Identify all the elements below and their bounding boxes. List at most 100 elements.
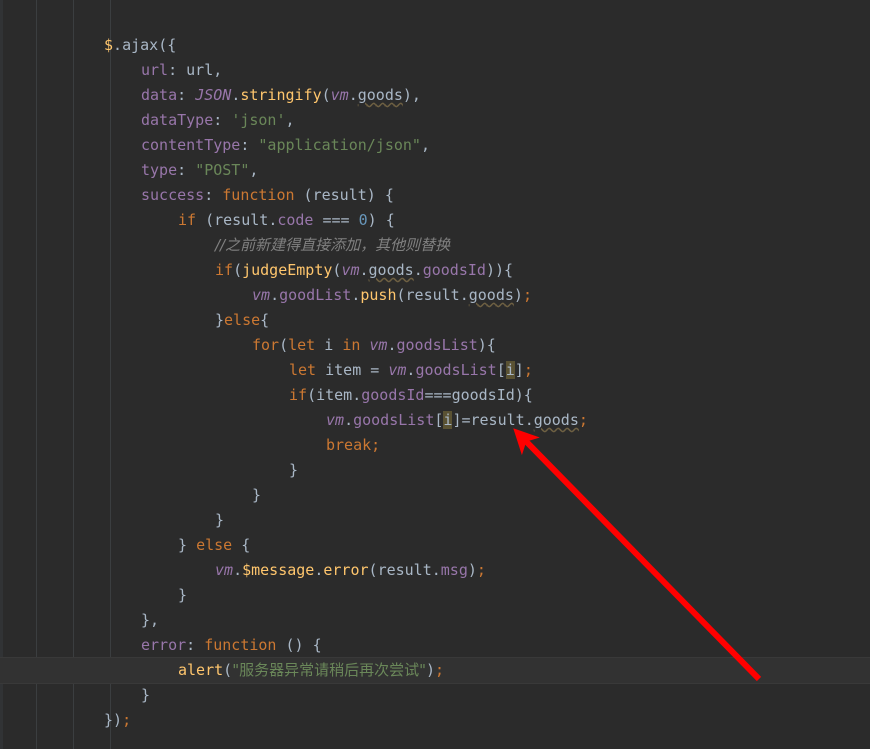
code-line[interactable]: vm.goodsList[i]=result.goods; [0, 408, 870, 433]
code-line[interactable]: data: JSON.stringify(vm.goods), [0, 83, 870, 108]
code-token: goods [468, 286, 514, 304]
code-line[interactable]: type: "POST", [0, 158, 870, 183]
code-token: } [141, 611, 151, 629]
code-token: if [289, 386, 308, 404]
code-token: ), [402, 86, 421, 104]
code-token: ( [368, 561, 378, 579]
code-line[interactable]: if (result.code === 0) { [0, 208, 870, 233]
code-token: goodsList [396, 336, 478, 354]
code-line[interactable]: } [0, 483, 870, 508]
code-token: . [348, 86, 358, 104]
code-token: ( [307, 386, 317, 404]
code-line[interactable]: dataType: 'json', [0, 108, 870, 133]
code-token: goodsId [451, 386, 515, 404]
code-token: if [215, 261, 234, 279]
code-token: error [141, 636, 187, 654]
code-token: goods [368, 261, 414, 279]
code-token: stringify [240, 86, 322, 104]
code-token: break [326, 436, 372, 454]
code-token: code [277, 211, 314, 229]
code-token: item = [316, 361, 389, 379]
code-token: ] [514, 361, 524, 379]
code-line[interactable]: url: url, [0, 58, 870, 83]
code-token: } [141, 686, 151, 704]
code-token: goodsList [415, 361, 497, 379]
code-token: ( [196, 211, 215, 229]
code-token: url [141, 61, 169, 79]
code-token: ajax [122, 36, 159, 54]
code-token: } [215, 311, 225, 329]
code-token: () { [276, 636, 322, 654]
code-token: , [150, 611, 160, 629]
code-token: } [215, 511, 225, 529]
code-token: judgeEmpty [242, 261, 333, 279]
code-token: vm [369, 336, 388, 354]
code-line[interactable]: } [0, 458, 870, 483]
code-token: 'json' [231, 111, 286, 129]
code-line[interactable]: vm.goodList.push(result.goods); [0, 283, 870, 308]
code-token: error [323, 561, 369, 579]
code-line[interactable]: //之前新建得直接添加，其他则替换 [0, 233, 870, 258]
code-token: function [222, 186, 295, 204]
code-line[interactable]: } [0, 583, 870, 608]
code-token: : [204, 186, 223, 204]
code-line[interactable]: let item = vm.goodsList[i]; [0, 358, 870, 383]
code-token: vm [252, 286, 271, 304]
code-token: goods [357, 86, 403, 104]
code-token: alert [178, 661, 224, 679]
code-line[interactable]: }, [0, 608, 870, 633]
code-line[interactable]: vm.$message.error(result.msg); [0, 558, 870, 583]
code-token: , [285, 111, 295, 129]
code-token: //之前新建得直接添加，其他则替换 [215, 236, 451, 254]
code-token: $ [104, 36, 114, 54]
code-line[interactable]: } else { [0, 533, 870, 558]
code-line[interactable]: alert("服务器异常请稍后再次尝试"); [0, 658, 870, 683]
code-token: === [424, 386, 452, 404]
code-token: . [268, 211, 278, 229]
code-token: let [288, 336, 316, 354]
code-token: , [420, 136, 430, 154]
code-line[interactable]: } [0, 683, 870, 708]
code-token: vm [215, 561, 234, 579]
code-token: in [342, 336, 361, 354]
code-token: result [405, 286, 460, 304]
code-line[interactable]: $.ajax({ [0, 33, 870, 58]
code-token: url [186, 61, 214, 79]
code-token: : [186, 636, 205, 654]
code-token: goodList [279, 286, 352, 304]
code-line[interactable]: }else{ [0, 308, 870, 333]
code-token: ( [396, 286, 406, 304]
code-token: "POST" [195, 161, 250, 179]
code-line[interactable]: } [0, 508, 870, 533]
code-text-area[interactable]: $.ajax({url: url, data: JSON.stringify(vm… [0, 0, 870, 749]
code-token: i [315, 336, 343, 354]
code-token: ( [321, 86, 331, 104]
code-line[interactable]: if(judgeEmpty(vm.goods.goodsId)){ [0, 258, 870, 283]
code-token: if [178, 211, 197, 229]
code-token: [ [496, 361, 506, 379]
code-token: : [177, 86, 196, 104]
code-line[interactable]: for(let i in vm.goodsList){ [0, 333, 870, 358]
code-line[interactable]: success: function (result) { [0, 183, 870, 208]
code-token: ; [523, 361, 533, 379]
code-token: . [359, 261, 369, 279]
code-token: , [249, 161, 259, 179]
code-token: ( [279, 336, 289, 354]
code-token: . [352, 386, 362, 404]
code-token: ; [435, 661, 445, 679]
code-token: . [387, 336, 397, 354]
code-token: ) { [366, 186, 394, 204]
code-token: function [204, 636, 277, 654]
code-line[interactable]: error: function () { [0, 633, 870, 658]
code-token: else [224, 311, 261, 329]
code-token: ( [223, 661, 233, 679]
code-token: . [113, 36, 123, 54]
code-line[interactable]: break; [0, 433, 870, 458]
code-line[interactable]: }); [0, 708, 870, 733]
code-token: type [141, 161, 178, 179]
code-token: }) [104, 711, 123, 729]
code-line[interactable]: if(item.goodsId===goodsId){ [0, 383, 870, 408]
code-token: ) [467, 561, 477, 579]
code-token: ({ [158, 36, 177, 54]
code-line[interactable]: contentType: "application/json", [0, 133, 870, 158]
